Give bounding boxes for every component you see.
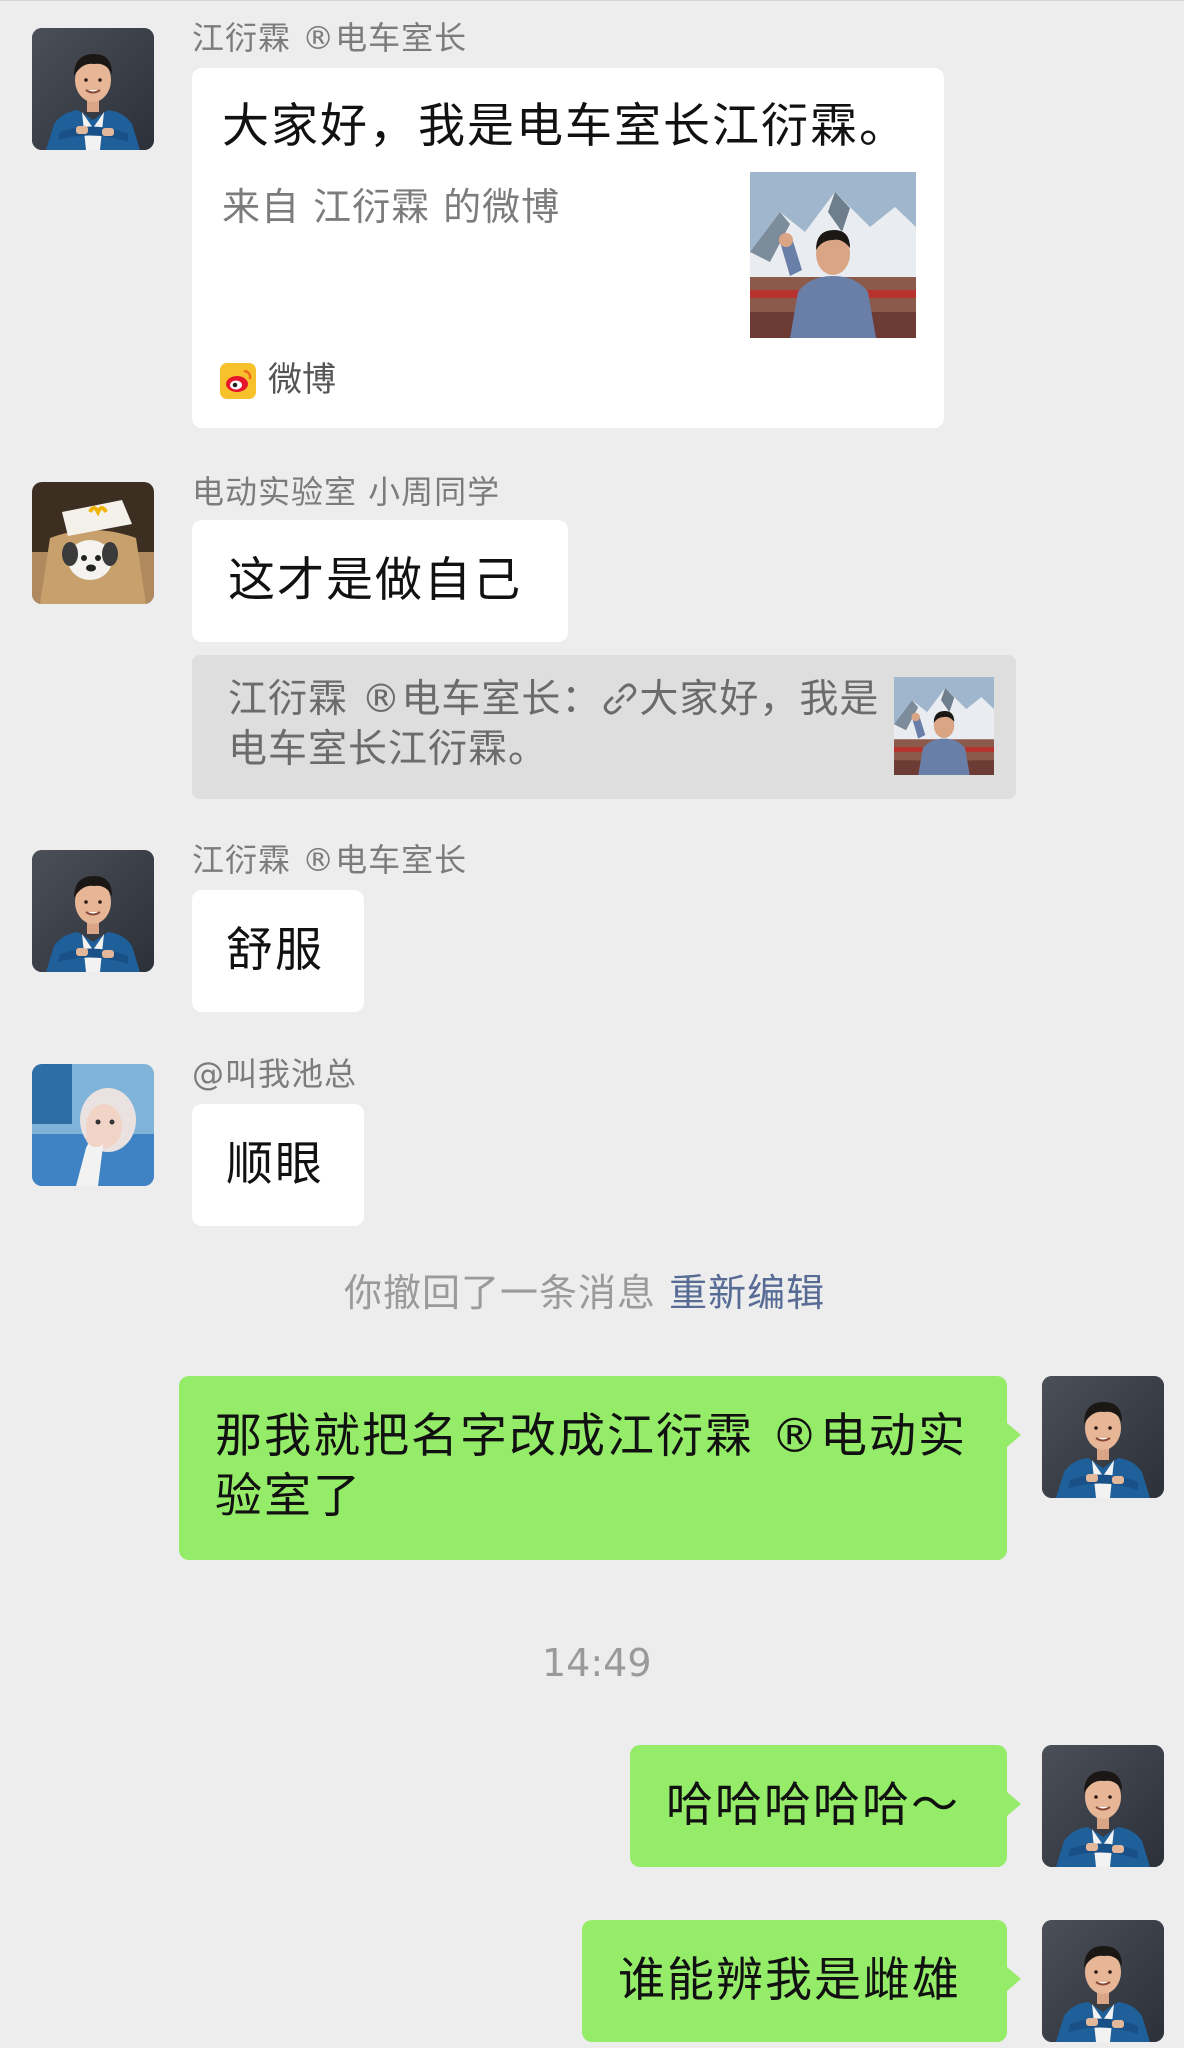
avatar-woman-blue-sweater-icon <box>32 1064 154 1186</box>
message-text: 顺眼 <box>226 1137 324 1192</box>
sender-name: @叫我池总 <box>192 1055 358 1093</box>
avatar-man-blue-jacket-icon <box>32 850 154 972</box>
my-avatar[interactable] <box>1042 1376 1164 1498</box>
avatar-plush-toy-bag-icon <box>32 482 154 604</box>
bubble-tail <box>1007 1792 1021 1816</box>
weibo-logo-icon <box>220 363 256 399</box>
outgoing-message-bubble[interactable]: 哈哈哈哈哈～ <box>630 1745 1007 1867</box>
my-avatar[interactable] <box>1042 1920 1164 2042</box>
bubble-tail <box>1007 1967 1021 1991</box>
sender-avatar[interactable] <box>32 482 154 604</box>
link-card-bubble[interactable]: 大家好，我是电车室长江衍霖。 来自 江衍霖 的微博 微博 <box>192 68 944 428</box>
link-card-source: 微博 <box>268 360 336 400</box>
avatar-man-blue-jacket-icon <box>1042 1745 1164 1867</box>
message-text: 这才是做自己 <box>228 553 522 608</box>
avatar-man-blue-jacket-icon <box>1042 1376 1164 1498</box>
bubble-tail <box>1007 1423 1021 1447</box>
avatar-man-blue-jacket-icon <box>1042 1920 1164 2042</box>
quoted-line2: 电车室长江衍霖。 <box>228 727 549 772</box>
re-edit-link[interactable]: 重新编辑 <box>669 1271 825 1315</box>
timestamp: 14:49 <box>542 1641 652 1685</box>
sender-name: 江衍霖 ®电车室长 <box>192 19 468 57</box>
photo-man-in-snow-mountains-icon <box>894 677 994 775</box>
sender-avatar[interactable] <box>32 1064 154 1186</box>
sender-name: 电动实验室 小周同学 <box>192 473 501 511</box>
message-bubble[interactable]: 这才是做自己 <box>192 520 568 642</box>
quoted-thumbnail <box>894 677 994 775</box>
outgoing-message-bubble[interactable]: 谁能辨我是雌雄 <box>582 1920 1007 2042</box>
top-divider <box>0 0 1184 1</box>
message-bubble[interactable]: 舒服 <box>192 890 364 1012</box>
link-card-description: 来自 江衍霖 的微博 <box>222 185 561 229</box>
link-icon <box>604 683 637 715</box>
my-avatar[interactable] <box>1042 1745 1164 1867</box>
outgoing-message-bubble[interactable]: 那我就把名字改成江衍霖 ®电动实 验室了 <box>179 1376 1007 1560</box>
message-text: 舒服 <box>226 923 324 978</box>
sender-name: 江衍霖 ®电车室长 <box>192 841 468 879</box>
recall-notice: 你撤回了一条消息 重新编辑 <box>344 1268 825 1318</box>
message-bubble[interactable]: 顺眼 <box>192 1104 364 1226</box>
message-text-line2: 验室了 <box>215 1469 362 1524</box>
recall-text: 你撤回了一条消息 <box>344 1271 657 1315</box>
quoted-sender: 江衍霖 ®电车室长： <box>228 677 602 722</box>
link-card-title: 大家好，我是电车室长江衍霖。 <box>222 99 908 154</box>
quoted-line1: 大家好，我是 <box>639 677 880 722</box>
sender-avatar[interactable] <box>32 28 154 150</box>
message-text-line1: 那我就把名字改成江衍霖 ®电动实 <box>215 1409 967 1464</box>
avatar-man-blue-jacket-icon <box>32 28 154 150</box>
photo-man-in-snow-mountains-icon <box>750 172 916 338</box>
quoted-message[interactable]: 江衍霖 ®电车室长： 大家好，我是 电车室长江衍霖。 <box>192 655 1016 799</box>
message-text: 谁能辨我是雌雄 <box>618 1953 961 2008</box>
link-card-thumbnail <box>750 172 916 338</box>
quoted-text: 江衍霖 ®电车室长： 大家好，我是 电车室长江衍霖。 <box>228 675 888 775</box>
message-text: 哈哈哈哈哈～ <box>666 1778 960 1833</box>
sender-avatar[interactable] <box>32 850 154 972</box>
